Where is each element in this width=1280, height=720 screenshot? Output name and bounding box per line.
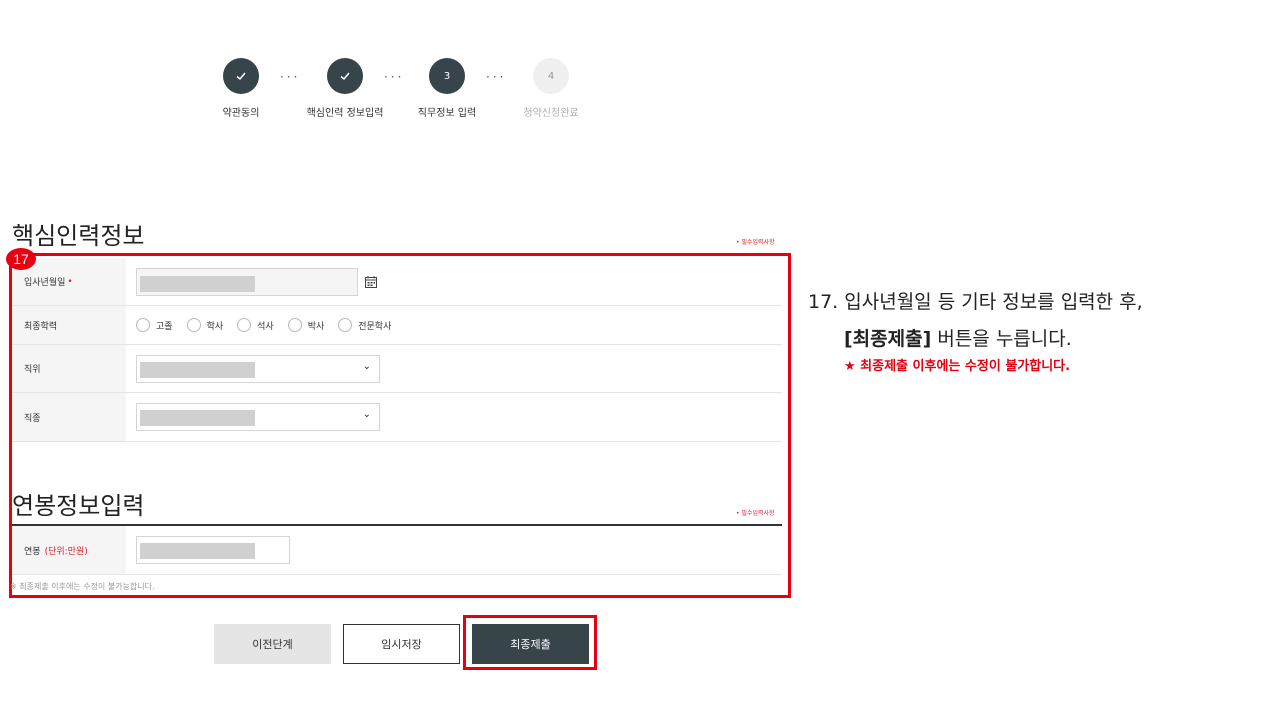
radio-label: 전문학사 [358,321,392,332]
step-terms: 약관동의 [196,58,286,119]
submit-notice: ※ 최종제출 이후에는 수정이 불가능합니다. [10,582,155,591]
position-select[interactable]: ⌄ [136,354,380,383]
required-mark: • [67,276,73,287]
radio-label: 석사 [257,321,274,332]
step-connector: ··· [486,70,507,84]
radio-doctor[interactable]: 박사 [287,318,325,332]
step-core-info: 핵심인력 정보입력 [300,58,390,119]
core-info-form: 입사년월일 • 최종학력 고졸 학사 석사 박사 전문학사 직위 ⌄ 직종 ⌄ [12,258,782,442]
required-note: • 필수입력사항 [736,510,775,517]
radio-highschool[interactable]: 고졸 [136,318,173,332]
instruction-panel: 17. 입사년월일 등 기타 정보를 입력한 후, [최종제출] 버튼을 누릅니… [808,284,1143,379]
field-cell: ⌄ [126,345,782,392]
required-note: • 필수입력사항 [736,239,775,246]
instruction-line-1: 17. 입사년월일 등 기타 정보를 입력한 후, [808,291,1143,313]
final-submit-button[interactable]: 최종제출 [472,624,589,664]
chevron-down-icon: ⌄ [362,360,371,372]
radio-master[interactable]: 석사 [237,318,274,332]
radio-associate[interactable]: 전문학사 [338,318,391,332]
radio-circle-icon [186,318,201,332]
step-label: 직무정보 입력 [417,108,477,119]
radio-label: 고졸 [156,321,173,332]
field-label: 연봉 (단위:만원) [12,526,126,574]
field-cell: 고졸 학사 석사 박사 전문학사 [126,306,782,344]
step-number: 4 [533,58,569,94]
radio-circle-icon [287,318,302,332]
redacted-value [140,275,255,292]
chevron-down-icon: ⌄ [362,409,371,420]
step-label: 핵심인력 정보입력 [306,108,384,119]
radio-circle-icon [136,318,150,332]
education-radio-group: 고졸 학사 석사 박사 전문학사 [136,318,391,332]
redacted-value [140,361,255,378]
step-label: 약관동의 [222,108,260,119]
step-connector: ··· [280,70,301,84]
form-row-job: 직종 ⌄ [12,393,782,442]
form-row-position: 직위 ⌄ [12,345,782,393]
field-cell [126,258,782,305]
radio-bachelor[interactable]: 학사 [186,318,224,332]
salary-form: 연봉 (단위:만원) [12,526,782,575]
field-cell: ⌄ [126,393,782,441]
field-label: 최종학력 [12,306,126,344]
radio-label: 학사 [206,321,224,332]
redacted-value [140,410,255,426]
instruction-warning: ★ 최종제출 이후에는 수정이 불가합니다. [844,359,1071,375]
field-label: 직종 [12,393,126,441]
join-date-input[interactable] [136,267,358,296]
radio-circle-icon [237,318,252,332]
instruction-line-2: [최종제출] 버튼을 누릅니다. [808,321,1143,358]
check-icon [223,58,259,94]
instruction-rest: 버튼을 누릅니다. [931,328,1072,351]
job-select[interactable]: ⌄ [136,403,380,431]
temp-save-button[interactable]: 임시저장 [343,624,460,664]
step-number: 3 [429,58,465,94]
field-label: 직위 [12,345,126,392]
join-date-label: 입사년월일 [24,278,66,288]
progress-stepper: 약관동의 ··· 핵심인력 정보입력 ··· 3 직무정보 입력 ··· 4 청… [196,58,596,128]
salary-input[interactable] [136,536,290,564]
section-title-core-info: 핵심인력정보 [12,222,145,250]
form-row-education: 최종학력 고졸 학사 석사 박사 전문학사 [12,306,782,345]
step-complete: 4 청약신청완료 [506,58,596,119]
radio-circle-icon [338,318,353,332]
calendar-icon[interactable] [364,275,378,289]
instruction-bold: [최종제출] [844,328,932,351]
form-row-salary: 연봉 (단위:만원) [12,526,782,575]
prev-step-button[interactable]: 이전단계 [214,624,331,664]
salary-label: 연봉 [24,546,41,557]
section-title-salary: 연봉정보입력 [12,492,145,520]
step-badge: 17 [6,248,36,270]
salary-unit: (단위:만원) [44,546,88,557]
field-cell [126,526,782,574]
form-row-join-date: 입사년월일 • [12,258,782,306]
step-job-info: 3 직무정보 입력 [402,58,492,119]
redacted-value [140,543,255,559]
radio-label: 박사 [307,321,325,332]
step-label: 청약신청완료 [523,108,579,119]
check-icon [327,58,363,94]
